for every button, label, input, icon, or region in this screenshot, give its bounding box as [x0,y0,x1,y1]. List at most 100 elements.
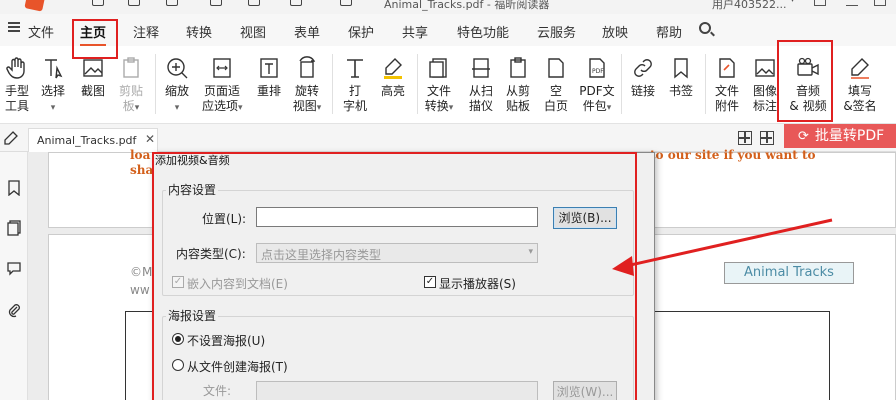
scanner-icon [472,58,490,78]
from-scanner-button[interactable]: 从扫 描仪 [466,56,496,114]
chevron-down-icon: ▾ [316,103,322,113]
chevron-down-icon: ▾ [606,103,612,113]
save-icon[interactable] [128,0,140,6]
reflow-button[interactable]: 重排 [254,56,284,99]
svg-text:PDF: PDF [592,68,604,75]
animal-tracks-label: Animal Tracks [724,262,854,284]
menu-form[interactable]: 表单 [294,22,320,41]
toolbar-divider [417,54,418,114]
print-icon[interactable] [166,0,178,6]
hand-icon [6,57,25,79]
highlight-box-dialog [152,152,637,400]
image-annotation-button[interactable]: 图像 标注 [750,56,780,114]
website-text: ww [130,283,150,297]
menu-share[interactable]: 共享 [402,22,428,41]
chevron-down-icon: ▾ [134,103,140,113]
blank-page-button[interactable]: 空 白页 [541,56,571,114]
title-bar: Animal_Tracks.pdf - 福昕阅读器 用户403522... ▾ [0,0,896,14]
menu-cloud[interactable]: 云服务 [537,22,576,41]
menu-present[interactable]: 放映 [602,22,628,41]
attachment-clip-icon[interactable] [6,302,22,318]
bookmark-icon[interactable] [6,180,22,196]
select-tool-button[interactable]: 选择 ▾ [38,56,68,116]
reflow-icon [260,58,278,78]
image-annotation-icon [755,59,775,77]
clipboard-button[interactable]: 剪贴 板▾ [116,56,146,116]
fit-page-button[interactable]: 页面适 应选项▾ [202,56,243,116]
highlight-button[interactable]: 高亮 [378,56,408,99]
page-text: sha [130,163,154,177]
page-text: to our site if you want to [650,148,816,162]
fill-sign-icon [851,58,869,79]
rotate-view-button[interactable]: 旋转 视图▾ [292,56,322,116]
pdf-portfolio-button[interactable]: PDF PDF文 件包▾ [578,56,616,116]
chevron-down-icon[interactable]: ▾ [790,0,795,5]
toolbar-divider [705,54,706,114]
tile-view-icon[interactable] [760,131,774,145]
hand-tool-button[interactable]: 手型 工具 [2,56,32,114]
from-clipboard-button[interactable]: 从剪 贴板 [503,56,533,114]
menu-comment[interactable]: 注释 [133,22,159,41]
file-convert-button[interactable]: 文件 转换▾ [424,56,454,116]
toolbar-divider [155,54,156,114]
batch-convert-button[interactable]: ⟳ 批量转PDF [784,124,896,148]
file-convert-icon [429,58,447,78]
menu-convert[interactable]: 转换 [186,22,212,41]
redo-icon[interactable] [248,0,260,6]
fill-sign-button[interactable]: 填写 &签名 [840,56,880,114]
select-cursor-icon [45,59,63,79]
toolbar-divider [332,54,333,114]
link-icon [634,59,652,77]
close-icon[interactable]: ✕ [145,132,155,146]
menu-protect[interactable]: 保护 [348,22,374,41]
hamburger-icon[interactable] [8,22,20,32]
user-account[interactable]: 用户403522... [712,0,786,12]
zoom-icon [167,58,188,79]
highlight-box-home-tab [72,19,118,59]
menu-file[interactable]: 文件 [28,22,54,41]
page-text: loa [130,148,151,162]
from-clipboard-icon [510,57,526,78]
rotate-icon [299,56,316,78]
edit-icon[interactable] [4,131,18,145]
chevron-down-icon: ▾ [238,103,243,113]
search-icon[interactable] [699,22,711,34]
attachment-icon [719,58,735,78]
fit-page-icon [213,58,231,78]
screenshot-button[interactable]: 截图 [78,56,108,99]
restore-icon[interactable] [814,0,826,6]
minimize-icon[interactable] [846,0,858,6]
undo-icon[interactable] [210,0,222,6]
open-icon[interactable] [92,0,104,6]
chevron-down-icon: ▾ [50,103,56,113]
highlight-icon [384,58,402,79]
menu-view[interactable]: 视图 [240,22,266,41]
customize-icon[interactable] [340,0,352,6]
refresh-icon: ⟳ [798,129,809,144]
pages-icon[interactable] [6,220,22,236]
typewriter-button[interactable]: 打 字机 [340,56,370,114]
blank-page-icon [548,58,564,78]
screenshot-icon [83,59,103,77]
pdf-portfolio-icon: PDF [589,58,605,78]
window-title: Animal_Tracks.pdf - 福昕阅读器 [384,0,550,11]
zoom-button[interactable]: 缩放 ▾ [162,56,192,116]
file-attachment-button[interactable]: 文件 附件 [712,56,742,114]
toolbar-divider [621,54,622,114]
menu-help[interactable]: 帮助 [656,22,682,41]
link-button[interactable]: 链接 [628,56,658,99]
bookmark-icon [674,58,688,79]
bookmark-button[interactable]: 书签 [666,56,696,99]
comment-icon[interactable] [6,260,22,276]
typewriter-icon [347,59,363,78]
maximize-icon[interactable] [874,0,886,6]
quick-access-icon[interactable] [290,0,302,6]
highlight-box-audio-video [777,40,833,122]
chevron-down-icon: ▾ [448,103,454,113]
copyright-text: ©M [130,265,153,279]
clipboard-icon [123,57,139,78]
menu-features[interactable]: 特色功能 [457,22,509,41]
grid-view-icon[interactable] [738,131,752,145]
chevron-down-icon: ▾ [174,103,180,113]
app-logo-icon [24,0,46,12]
